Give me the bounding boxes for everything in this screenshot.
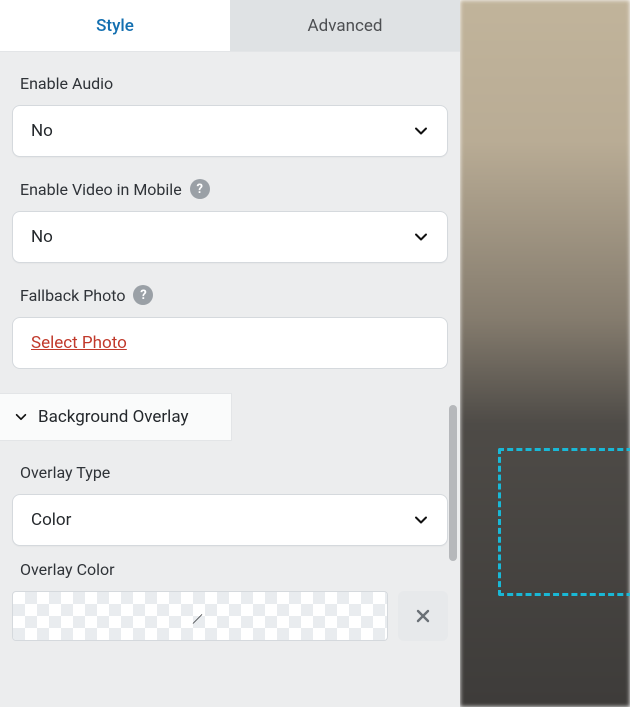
overlay-type-select[interactable]: Color	[12, 494, 448, 546]
help-icon[interactable]: ?	[133, 285, 153, 305]
enable-video-mobile-value: No	[31, 227, 53, 247]
tab-advanced[interactable]: Advanced	[230, 0, 460, 51]
clear-color-button[interactable]	[398, 591, 448, 641]
enable-audio-select[interactable]: No	[12, 105, 448, 157]
overlay-color-swatch[interactable]	[12, 591, 388, 641]
enable-audio-label: Enable Audio	[20, 74, 113, 93]
overlay-type-label: Overlay Type	[20, 463, 110, 482]
scrollbar-thumb[interactable]	[449, 405, 457, 561]
chevron-down-icon	[413, 123, 429, 139]
section-background-overlay[interactable]: Background Overlay	[0, 393, 232, 441]
chevron-down-icon	[413, 229, 429, 245]
tab-style[interactable]: Style	[0, 0, 230, 51]
overlay-type-value: Color	[31, 510, 71, 530]
canvas-preview	[460, 0, 630, 707]
settings-panel: Style Advanced Enable Audio No Enable Vi…	[0, 0, 460, 707]
enable-video-mobile-select[interactable]: No	[12, 211, 448, 263]
eyedropper-icon	[189, 605, 211, 627]
select-photo-link[interactable]: Select Photo	[31, 333, 127, 353]
overlay-color-label: Overlay Color	[20, 560, 115, 579]
chevron-down-icon	[413, 512, 429, 528]
enable-video-mobile-label: Enable Video in Mobile	[20, 180, 182, 199]
help-icon[interactable]: ?	[190, 179, 210, 199]
chevron-down-icon	[14, 410, 28, 424]
fallback-photo-label: Fallback Photo	[20, 286, 125, 305]
panel-tabs: Style Advanced	[0, 0, 460, 52]
enable-audio-value: No	[31, 121, 53, 141]
section-title: Background Overlay	[38, 407, 189, 427]
selection-outline	[498, 448, 630, 596]
close-icon	[414, 607, 432, 625]
fallback-photo-field: Select Photo	[12, 317, 448, 369]
